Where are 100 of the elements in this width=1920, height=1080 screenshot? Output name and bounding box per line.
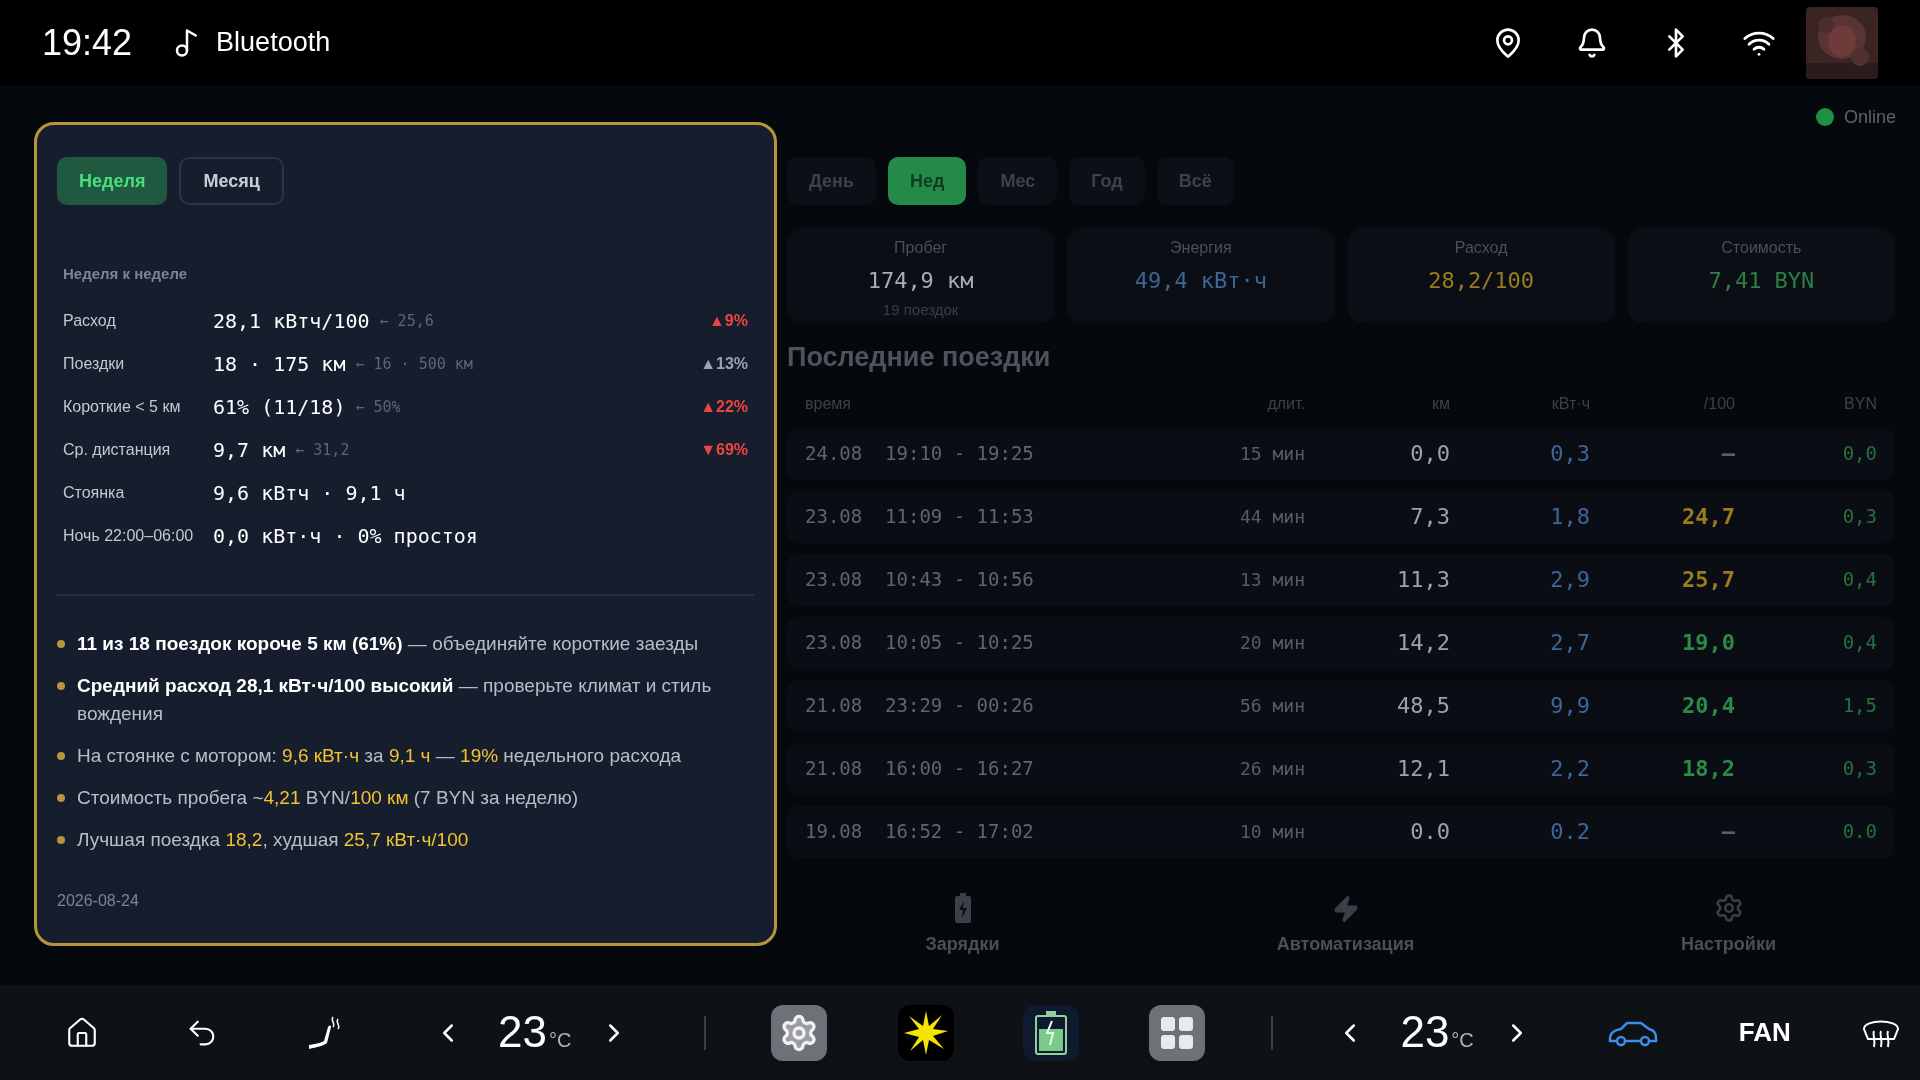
table-cell-text: — bbox=[1720, 818, 1735, 846]
grid-icon bbox=[1159, 1014, 1196, 1051]
table-cell-text: 1,5 bbox=[1841, 693, 1877, 719]
table-cell-text: 9,9 bbox=[1549, 692, 1590, 720]
table-cell-text: 14,2 bbox=[1396, 629, 1450, 657]
table-cell-text: 2,9 bbox=[1549, 566, 1590, 594]
metric-value: 0,0 кВт·ч · 0% простоя bbox=[213, 523, 478, 550]
report-date: 2026-08-24 bbox=[57, 891, 140, 911]
metric-label: Стоянка bbox=[63, 483, 126, 503]
trip-row[interactable]: 21.08 16:00 - 16:27 26 мин 12,1 2,2 18,2 0,3 bbox=[787, 742, 1895, 795]
table-cell-text: 20 мин bbox=[1238, 631, 1305, 655]
table-cell-text: 13 мин bbox=[1238, 568, 1305, 592]
bullet-icon bbox=[57, 681, 65, 690]
tip-text: Стоимость пробега ~4,21 BYN/100 км (7 BYN за неделю) bbox=[77, 785, 579, 810]
section-label: Неделя к неделе bbox=[63, 264, 189, 284]
bullet-icon bbox=[57, 793, 65, 802]
metric-value: 9,6 кВтч · 9,1 ч bbox=[213, 480, 406, 507]
table-cell-text: 1,8 bbox=[1549, 503, 1590, 531]
column-header: время bbox=[805, 393, 852, 414]
change-percent: ▲22% bbox=[700, 397, 748, 417]
table-cell-text: 23.08 10:05 - 10:25 bbox=[805, 630, 1035, 656]
tip-text: Средний расход 28,1 кВт·ч/100 высокий — проверьте климат и стиль вождения bbox=[77, 673, 713, 726]
stat-value: 28,2/100 bbox=[1428, 267, 1535, 295]
table-cell-text: 0,4 bbox=[1841, 567, 1877, 593]
trip-row[interactable]: 21.08 23:29 - 00:26 56 мин 48,5 9,9 20,4 1,5 bbox=[787, 679, 1895, 732]
column-header: км bbox=[1431, 393, 1450, 414]
metric-label: Короткие < 5 км bbox=[63, 397, 182, 417]
previous-value: ← 16 · 500 км bbox=[355, 353, 473, 375]
table-cell-text: 0.2 bbox=[1549, 818, 1590, 846]
table-cell-text: 0,4 bbox=[1841, 630, 1877, 656]
metric-label: Расход bbox=[63, 311, 117, 331]
table-cell-text: 11,3 bbox=[1396, 566, 1450, 594]
bullet-icon bbox=[57, 835, 65, 844]
connection-status: Online bbox=[1843, 105, 1896, 129]
table-cell-text: 12,1 bbox=[1396, 755, 1450, 783]
table-cell-text: 0,0 bbox=[1841, 441, 1877, 467]
home-icon bbox=[65, 1015, 99, 1050]
temperature-reading: 23°C bbox=[1400, 1010, 1474, 1055]
stat-label: Пробег bbox=[894, 238, 948, 258]
tip-text: На стоянке с мотором: 9,6 кВт·ч за 9,1 ч — 19% недельного расхода bbox=[77, 743, 682, 768]
settings-app-button[interactable] bbox=[771, 1004, 828, 1061]
battery-icon bbox=[953, 892, 972, 923]
table-cell-text: 20,4 bbox=[1681, 692, 1735, 720]
column-header: /100 bbox=[1702, 393, 1735, 414]
metric-value: 61% (11/18) bbox=[213, 394, 346, 421]
change-percent: ▼69% bbox=[700, 440, 748, 460]
table-cell-text: 23.08 10:43 - 10:56 bbox=[805, 567, 1035, 593]
trip-row[interactable]: 24.08 19:10 - 19:25 15 мин 0,0 0,3 — 0,0 bbox=[787, 427, 1895, 480]
section-heading: Последние поездки bbox=[787, 341, 1052, 374]
trip-row[interactable]: 19.08 16:52 - 17:02 10 мин 0.0 0.2 — 0.0 bbox=[787, 805, 1895, 858]
temperature-reading: 23°C bbox=[498, 1010, 572, 1055]
table-cell-text: 15 мин bbox=[1238, 442, 1305, 466]
battery-icon bbox=[1034, 1010, 1069, 1055]
table-cell-text: 18,2 bbox=[1681, 755, 1735, 783]
media-source-label: Bluetooth bbox=[216, 26, 331, 60]
sun-app-button[interactable] bbox=[898, 1004, 955, 1061]
tip-text: Лучшая поездка 18,2, худшая 25,7 кВт·ч/100 bbox=[77, 827, 469, 852]
table-cell-text: 19.08 16:52 - 17:02 bbox=[805, 819, 1035, 845]
notification-icon[interactable] bbox=[1576, 26, 1608, 59]
metric-value: 9,7 км bbox=[213, 437, 286, 464]
battery-app-button[interactable] bbox=[1023, 1004, 1080, 1061]
stat-label: Энергия bbox=[1170, 238, 1232, 258]
previous-value: ← 50% bbox=[355, 396, 401, 418]
table-cell-text: 0,0 bbox=[1409, 440, 1450, 468]
metric-value: 18 · 175 км bbox=[213, 351, 346, 378]
table-cell-text: 0.0 bbox=[1409, 818, 1450, 846]
period-tab[interactable]: Месяц bbox=[179, 157, 284, 205]
table-cell-text: 25,7 bbox=[1681, 566, 1735, 594]
metric-label: Ночь 22:00–06:00 bbox=[63, 526, 195, 546]
stat-value: 7,41 BYN bbox=[1708, 267, 1815, 295]
tip-text: 11 из 18 поездок короче 5 км (61%) — объединяйте короткие заезды bbox=[77, 631, 699, 656]
table-cell-text: 21.08 16:00 - 16:27 bbox=[805, 756, 1035, 782]
table-cell-text: 44 мин bbox=[1238, 505, 1305, 529]
table-cell-text: 7,3 bbox=[1409, 503, 1450, 531]
change-percent: ▲13% bbox=[700, 354, 748, 374]
trip-row[interactable]: 23.08 10:43 - 10:56 13 мин 11,3 2,9 25,7 0,4 bbox=[787, 553, 1895, 606]
stat-value: 49,4 кВт·ч bbox=[1134, 267, 1268, 295]
trip-row[interactable]: 23.08 10:05 - 10:25 20 мин 14,2 2,7 19,0 0,4 bbox=[787, 616, 1895, 669]
lightning-icon bbox=[1331, 894, 1360, 923]
table-cell-text: 0,3 bbox=[1549, 440, 1590, 468]
column-header: кВт·ч bbox=[1550, 393, 1590, 414]
stat-label: Расход bbox=[1454, 238, 1508, 258]
stat-value: 174,9 км bbox=[867, 267, 974, 295]
settings-icon bbox=[1713, 892, 1744, 923]
table-cell-text: 0,3 bbox=[1841, 756, 1877, 782]
trip-row[interactable]: 23.08 11:09 - 11:53 44 мин 7,3 1,8 24,7 0,3 bbox=[787, 490, 1895, 543]
metric-label: Поездки bbox=[63, 354, 126, 374]
table-cell-text: 24.08 19:10 - 19:25 bbox=[805, 441, 1035, 467]
fan-button[interactable]: FAN bbox=[1738, 1013, 1791, 1052]
previous-value: ← 25,6 bbox=[379, 310, 434, 332]
table-cell-text: 19,0 bbox=[1681, 629, 1735, 657]
apps-grid-button[interactable] bbox=[1149, 1004, 1206, 1061]
period-tab[interactable]: Неделя bbox=[57, 157, 168, 205]
column-header: BYN bbox=[1843, 393, 1877, 414]
table-cell-text: 21.08 23:29 - 00:26 bbox=[805, 693, 1035, 719]
metric-value: 28,1 кВтч/100 bbox=[213, 308, 370, 335]
table-cell-text: — bbox=[1720, 440, 1735, 468]
clock-time: 19:42 bbox=[42, 20, 133, 65]
table-cell-text: 10 мин bbox=[1238, 820, 1305, 844]
metric-label: Ср. дистанция bbox=[63, 440, 172, 460]
